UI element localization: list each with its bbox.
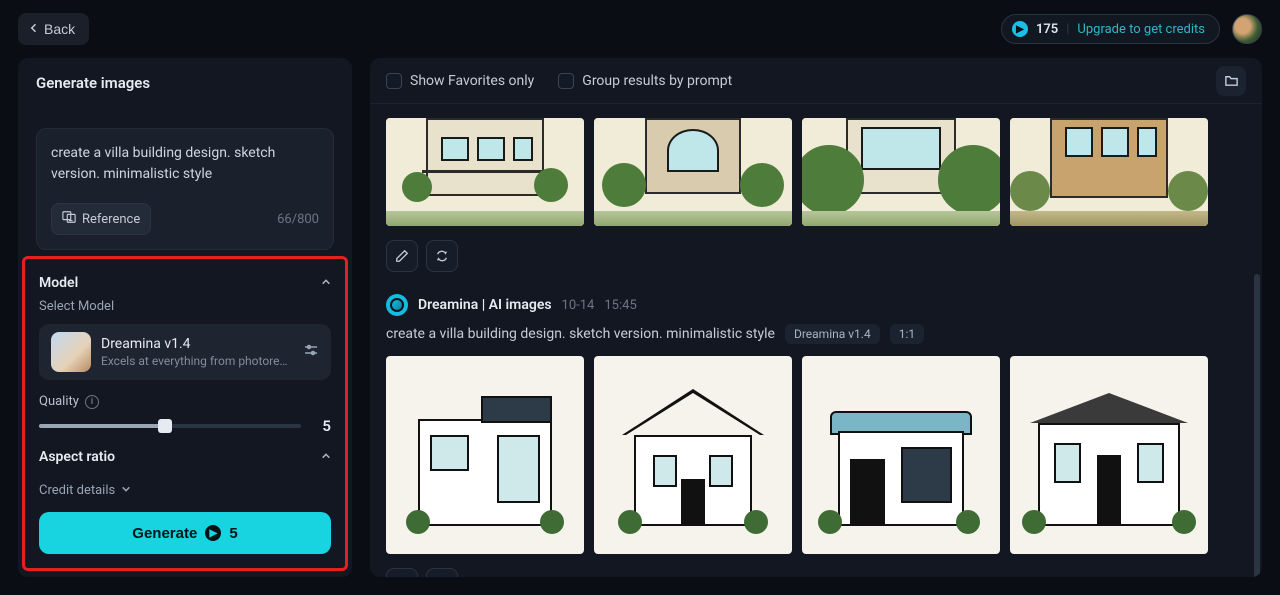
chevron-up-icon xyxy=(321,276,331,290)
results-panel: Show Favorites only Group results by pro… xyxy=(370,58,1262,577)
edit-button[interactable] xyxy=(386,568,418,577)
batch-date: 10-14 xyxy=(562,298,595,313)
divider: | xyxy=(1066,22,1069,37)
checkbox[interactable] xyxy=(386,73,402,89)
result-image[interactable] xyxy=(386,356,584,554)
credit-details-toggle[interactable]: Credit details xyxy=(39,483,331,498)
model-thumbnail xyxy=(51,332,91,372)
folder-button[interactable] xyxy=(1216,66,1246,96)
model-settings-icon[interactable] xyxy=(303,342,319,362)
prompt-input[interactable]: create a villa building design. sketch v… xyxy=(51,143,319,185)
checkbox[interactable] xyxy=(558,73,574,89)
batch-time: 15:45 xyxy=(604,298,636,313)
credit-details-label: Credit details xyxy=(39,483,115,498)
slider-thumb[interactable] xyxy=(158,419,172,433)
result-image[interactable] xyxy=(802,118,1000,226)
quality-label-row: Quality i xyxy=(39,394,331,409)
filter-favorites-label: Show Favorites only xyxy=(410,73,534,89)
aspect-section-title: Aspect ratio xyxy=(39,449,115,465)
quality-slider[interactable] xyxy=(39,417,301,435)
batch-header: Dreamina | AI images 10-14 15:45 xyxy=(386,294,1246,316)
result-image[interactable] xyxy=(594,356,792,554)
filter-group[interactable]: Group results by prompt xyxy=(558,73,732,89)
result-image[interactable] xyxy=(1010,356,1208,554)
row-toolbar xyxy=(386,568,1246,577)
quality-label: Quality xyxy=(39,394,79,409)
gallery: Dreamina | AI images 10-14 15:45 create … xyxy=(370,104,1262,577)
reference-label: Reference xyxy=(82,212,140,227)
generate-label: Generate xyxy=(132,525,197,542)
regenerate-button[interactable] xyxy=(426,240,458,272)
model-selector[interactable]: Dreamina v1.4 Excels at everything from … xyxy=(39,324,331,380)
generate-cost: 5 xyxy=(229,525,237,542)
select-model-label: Select Model xyxy=(39,299,331,314)
avatar[interactable] xyxy=(1232,14,1262,44)
prompt-card: create a villa building design. sketch v… xyxy=(36,128,334,250)
filter-favorites[interactable]: Show Favorites only xyxy=(386,73,534,89)
quality-value: 5 xyxy=(313,417,331,435)
image-row xyxy=(386,344,1246,554)
tag-model[interactable]: Dreamina v1.4 xyxy=(785,324,880,344)
tag-ratio[interactable]: 1:1 xyxy=(890,324,924,344)
model-name: Dreamina v1.4 xyxy=(101,336,293,352)
batch-prompt-text: create a villa building design. sketch v… xyxy=(386,326,775,342)
generate-button[interactable]: Generate ▶ 5 xyxy=(39,512,331,554)
credits-pill[interactable]: ▶ 175 | Upgrade to get credits xyxy=(1001,14,1220,44)
back-button[interactable]: Back xyxy=(18,13,89,45)
source-avatar xyxy=(386,294,408,316)
model-section-title: Model xyxy=(39,275,78,291)
credit-icon: ▶ xyxy=(1012,21,1028,37)
reference-icon xyxy=(62,210,76,228)
result-image[interactable] xyxy=(1010,118,1208,226)
generate-panel: Generate images create a villa building … xyxy=(18,58,352,577)
app-header: Back ▶ 175 | Upgrade to get credits xyxy=(0,0,1280,58)
image-row xyxy=(386,104,1246,226)
edit-button[interactable] xyxy=(386,240,418,272)
reference-button[interactable]: Reference xyxy=(51,203,151,235)
scrollbar[interactable] xyxy=(1254,124,1260,577)
model-section-header[interactable]: Model xyxy=(39,275,331,291)
scrollbar-thumb[interactable] xyxy=(1254,274,1260,577)
panel-title: Generate images xyxy=(18,58,352,106)
result-image[interactable] xyxy=(594,118,792,226)
filter-group-label: Group results by prompt xyxy=(582,73,732,89)
chevron-up-icon xyxy=(321,450,331,464)
results-header: Show Favorites only Group results by pro… xyxy=(370,58,1262,104)
info-icon[interactable]: i xyxy=(85,395,99,409)
regenerate-button[interactable] xyxy=(426,568,458,577)
batch-source: Dreamina | AI images xyxy=(418,297,552,313)
model-description: Excels at everything from photoreali… xyxy=(101,354,293,368)
chevron-down-icon xyxy=(121,483,131,498)
model-config-region: Model Select Model Dreamina v1.4 Excels … xyxy=(22,256,348,571)
upgrade-link[interactable]: Upgrade to get credits xyxy=(1077,22,1205,37)
back-label: Back xyxy=(44,21,75,37)
char-count: 66/800 xyxy=(277,212,319,227)
result-image[interactable] xyxy=(386,118,584,226)
row-toolbar xyxy=(386,240,1246,272)
result-image[interactable] xyxy=(802,356,1000,554)
aspect-section-header[interactable]: Aspect ratio xyxy=(39,449,331,465)
chevron-left-icon xyxy=(28,21,40,37)
credits-count: 175 xyxy=(1036,22,1058,37)
credit-icon: ▶ xyxy=(205,525,221,541)
batch-meta: create a villa building design. sketch v… xyxy=(386,324,1246,344)
